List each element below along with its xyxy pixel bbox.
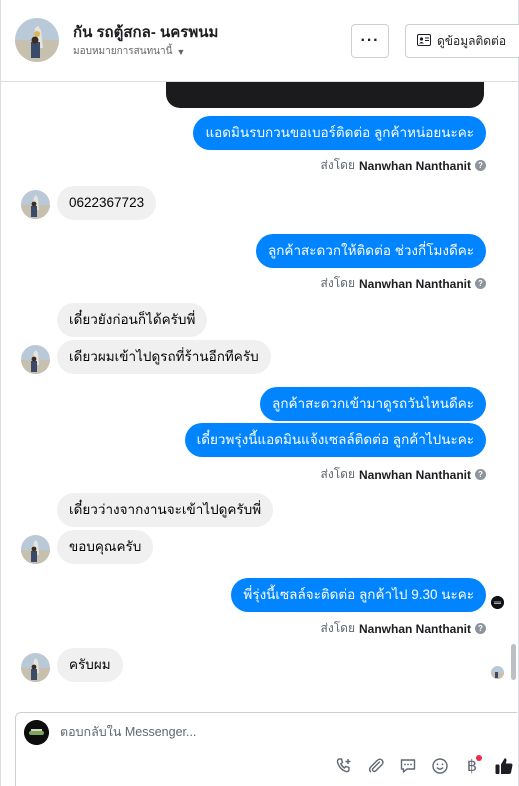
message-bubble-outgoing[interactable]: ลูกค้าสะดวกเข้ามาดูรถวันไหนดีคะ <box>260 387 486 421</box>
sent-by-label: ส่งโดย Nanwhan Nanthanit ? <box>321 156 486 175</box>
help-icon[interactable]: ? <box>475 623 486 634</box>
reply-input[interactable] <box>60 725 480 739</box>
view-contact-label: ดูข้อมูลติดต่อ <box>437 33 507 48</box>
contact-name[interactable]: กัน รถตู้สกล- นครพนม <box>73 20 218 44</box>
contact-card-icon <box>417 33 431 49</box>
add-call-button[interactable] <box>328 753 360 779</box>
notification-dot <box>476 755 482 761</box>
message-bubble-outgoing[interactable]: เดี๋ยวพรุ่งนี้แอดมินแจ้งเซลล์ติดต่อ ลูกค… <box>184 423 486 457</box>
media-attachment[interactable] <box>166 82 484 108</box>
thumbs-up-icon <box>494 756 514 776</box>
like-button[interactable] <box>488 753 519 779</box>
sent-by-label: ส่งโดย Nanwhan Nanthanit ? <box>321 619 486 638</box>
composer-toolbar: ฿ <box>328 753 519 779</box>
help-icon[interactable]: ? <box>475 469 486 480</box>
sender-name: Nanwhan Nanthanit <box>358 467 471 482</box>
sent-by-label: ส่งโดย Nanwhan Nanthanit ? <box>321 465 486 484</box>
reply-composer: ฿ <box>15 712 517 786</box>
message-bubble-incoming[interactable]: เดี๋ยวว่างจากงานจะเข้าไปดูครับพี่ <box>57 493 274 527</box>
message-bubble-incoming[interactable]: เดียวผมเข้าไปดูรถที่ร้านอีกทีครับ <box>57 340 271 374</box>
contact-avatar[interactable] <box>21 535 50 564</box>
ellipsis-icon: ··· <box>360 32 380 49</box>
contact-avatar[interactable] <box>15 18 59 62</box>
conversation-header: กัน รถตู้สกล- นครพนม มอบหมายการสนทนานี้ … <box>1 0 519 82</box>
assign-conversation[interactable]: มอบหมายการสนทนานี้ ▼ <box>73 44 185 59</box>
messenger-panel: กัน รถตู้สกล- นครพนม มอบหมายการสนทนานี้ … <box>0 0 519 786</box>
message-bubble-outgoing[interactable]: แอดมินรบกวนขอเบอร์ติดต่อ ลูกค้าหน่อยนะคะ <box>193 116 486 150</box>
payment-button[interactable]: ฿ <box>456 753 488 779</box>
message-bubble-outgoing[interactable]: พี่รุ่งนี้เซลล์จะติดต่อ ลูกค้าไป 9.30 นะ… <box>231 578 486 612</box>
sent-by-prefix: ส่งโดย <box>320 621 355 635</box>
sender-name: Nanwhan Nanthanit <box>358 621 471 636</box>
sender-name: Nanwhan Nanthanit <box>358 158 471 173</box>
emoji-button[interactable] <box>424 753 456 779</box>
sent-by-prefix: ส่งโดย <box>320 467 355 481</box>
attach-button[interactable] <box>360 753 392 779</box>
page-avatar <box>24 720 49 745</box>
chat-bubble-icon <box>399 757 417 775</box>
scrollbar-thumb[interactable] <box>511 644 516 680</box>
contact-avatar[interactable] <box>21 190 50 219</box>
add-call-icon <box>335 757 353 775</box>
view-contact-button[interactable]: ดูข้อมูลติดต่อ <box>405 24 519 58</box>
sent-by-prefix: ส่งโดย <box>320 276 355 290</box>
smiley-icon <box>431 757 449 775</box>
contact-avatar[interactable] <box>21 345 50 374</box>
message-list[interactable]: แอดมินรบกวนขอเบอร์ติดต่อ ลูกค้าหน่อยนะคะ… <box>1 82 518 710</box>
caret-down-icon: ▼ <box>176 46 186 57</box>
help-icon[interactable]: ? <box>475 160 486 171</box>
message-bubble-incoming[interactable]: ครับผม <box>57 648 123 682</box>
message-bubble-incoming[interactable]: 0622367723 <box>57 186 157 220</box>
message-bubble-outgoing[interactable]: ลูกค้าสะดวกให้ติดต่อ ช่วงกี่โมงดีคะ <box>255 234 486 268</box>
page-seen-icon <box>491 596 504 609</box>
message-bubble-incoming[interactable]: เดี๋ยวยังก่อนก็ได้ครับพี่ <box>57 303 208 337</box>
read-receipt-avatar <box>491 666 504 679</box>
sent-by-label: ส่งโดย Nanwhan Nanthanit ? <box>321 274 486 293</box>
message-bubble-incoming[interactable]: ขอบคุณครับ <box>57 530 154 564</box>
sent-by-prefix: ส่งโดย <box>320 158 355 172</box>
more-options-button[interactable]: ··· <box>351 24 389 58</box>
sender-name: Nanwhan Nanthanit <box>358 276 471 291</box>
assign-label: มอบหมายการสนทนานี้ <box>73 46 173 57</box>
contact-avatar[interactable] <box>21 653 50 682</box>
saved-replies-button[interactable] <box>392 753 424 779</box>
paperclip-icon <box>367 757 385 775</box>
help-icon[interactable]: ? <box>475 278 486 289</box>
